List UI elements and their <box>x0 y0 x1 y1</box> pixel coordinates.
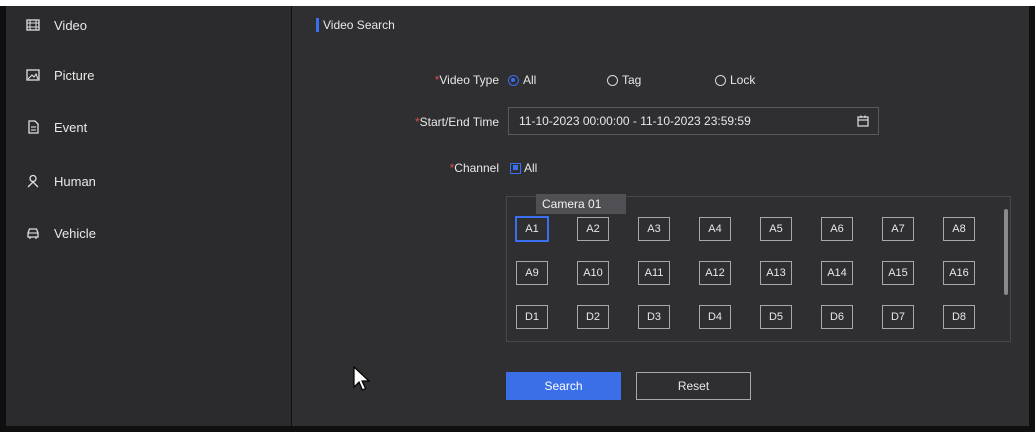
reset-button[interactable]: Reset <box>636 372 751 400</box>
sidebar-item-picture[interactable]: Picture <box>6 60 291 90</box>
section-accent-bar <box>316 18 319 32</box>
car-icon <box>26 226 40 240</box>
person-icon <box>26 174 40 188</box>
channel-scrollbar[interactable] <box>1004 209 1008 295</box>
video-type-label: *Video Type <box>435 73 499 87</box>
channel-button[interactable]: A13 <box>760 261 792 285</box>
channel-button[interactable]: D7 <box>882 305 914 329</box>
channel-button[interactable]: D5 <box>760 305 792 329</box>
mouse-pointer-icon <box>353 366 371 391</box>
main-panel: Video Search *Video Type All Tag Lock *S… <box>292 6 1029 426</box>
section-title: Video Search <box>316 18 395 32</box>
channel-button[interactable]: A12 <box>699 261 731 285</box>
channel-button[interactable]: A6 <box>821 217 853 241</box>
sidebar-item-vehicle[interactable]: Vehicle <box>6 218 291 248</box>
checkbox-checked-icon <box>510 162 521 174</box>
checkbox-label: All <box>524 161 538 175</box>
channel-button[interactable]: A16 <box>943 261 975 285</box>
radio-unchecked-icon <box>607 74 618 86</box>
channel-button[interactable]: A11 <box>638 261 670 285</box>
sidebar-item-label: Event <box>54 119 88 135</box>
time-range-field[interactable]: 11-10-2023 00:00:00 - 11-10-2023 23:59:5… <box>508 107 879 135</box>
time-range-label-text: Start/End Time <box>419 115 499 129</box>
radio-all[interactable]: All <box>508 73 536 87</box>
search-button[interactable]: Search <box>506 372 621 400</box>
channel-button[interactable]: D8 <box>943 305 975 329</box>
sidebar-item-label: Picture <box>54 67 95 83</box>
document-icon <box>26 120 40 134</box>
radio-label: Tag <box>622 73 642 87</box>
channel-button[interactable]: A1 <box>515 216 549 242</box>
channel-button[interactable]: A3 <box>638 217 670 241</box>
channel-button[interactable]: D1 <box>516 305 548 329</box>
video-type-label-text: Video Type <box>439 73 499 87</box>
sidebar-item-label: Human <box>54 173 96 189</box>
sidebar-item-event[interactable]: Event <box>6 112 291 142</box>
sidebar-item-label: Video <box>54 17 88 33</box>
channel-button[interactable]: D2 <box>577 305 609 329</box>
radio-unchecked-icon <box>715 74 726 86</box>
channel-button[interactable]: D6 <box>821 305 853 329</box>
film-icon <box>26 18 40 32</box>
radio-lock[interactable]: Lock <box>715 73 755 87</box>
time-range-value: 11-10-2023 00:00:00 - 11-10-2023 23:59:5… <box>519 114 751 128</box>
channel-label-text: Channel <box>454 161 499 175</box>
channel-label: *Channel <box>450 161 499 175</box>
channel-button[interactable]: A15 <box>882 261 914 285</box>
section-title-text: Video Search <box>323 18 395 32</box>
channel-button[interactable]: A14 <box>821 261 853 285</box>
channel-button[interactable]: A8 <box>943 217 975 241</box>
radio-label: Lock <box>730 73 756 87</box>
sidebar: Video Picture Event Human Vehicle <box>6 6 291 426</box>
sidebar-item-label: Vehicle <box>54 225 96 241</box>
channel-button[interactable]: A10 <box>577 261 609 285</box>
channel-button[interactable]: D3 <box>638 305 670 329</box>
picture-icon <box>26 68 40 82</box>
channel-tooltip: Camera 01 <box>536 194 626 214</box>
channel-button[interactable]: A2 <box>577 217 609 241</box>
sidebar-item-human[interactable]: Human <box>6 166 291 196</box>
channel-button[interactable]: A4 <box>699 217 731 241</box>
channel-button[interactable]: D4 <box>699 305 731 329</box>
channel-button[interactable]: A7 <box>882 217 914 241</box>
channel-all-checkbox[interactable]: All <box>510 161 537 175</box>
channel-button[interactable]: A9 <box>516 261 548 285</box>
time-range-label: *Start/End Time <box>415 115 499 129</box>
radio-label: All <box>523 73 537 87</box>
channel-button[interactable]: A5 <box>760 217 792 241</box>
sidebar-item-video[interactable]: Video <box>6 10 291 40</box>
radio-checked-icon <box>508 74 519 86</box>
radio-tag[interactable]: Tag <box>607 73 641 87</box>
calendar-icon[interactable] <box>857 115 869 127</box>
